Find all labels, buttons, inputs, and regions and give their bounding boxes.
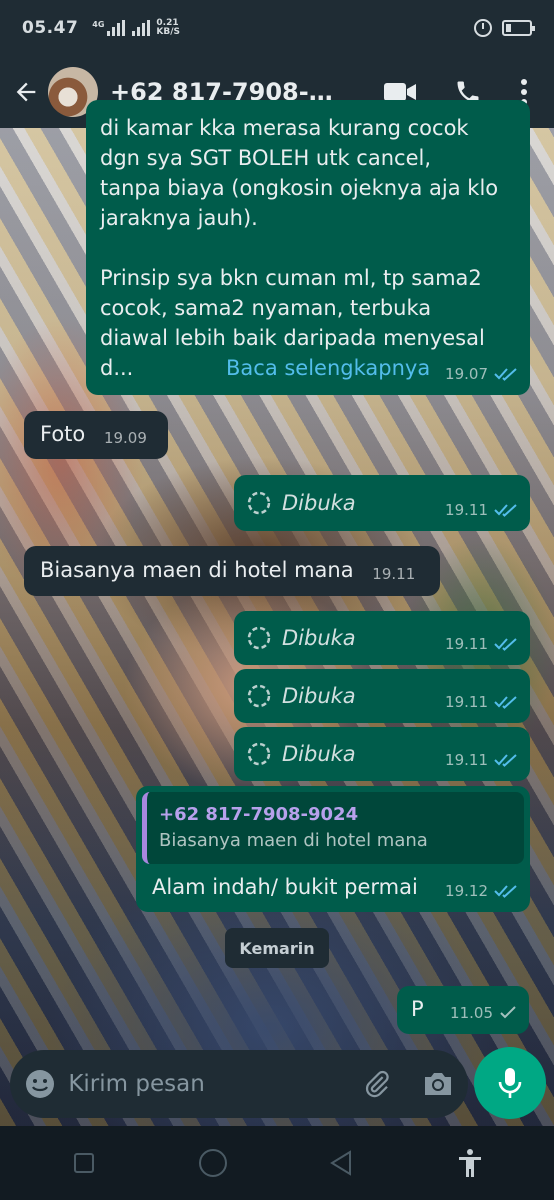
message-meta: 19.07 — [445, 359, 518, 389]
accessibility-icon — [458, 1149, 481, 1177]
message-meta: 11.05 — [450, 998, 517, 1028]
attach-button[interactable] — [361, 1065, 393, 1103]
message-text: Foto — [40, 422, 86, 446]
message-bubble-outgoing[interactable]: Dibuka 19.11 — [234, 475, 530, 531]
read-more-link[interactable]: Baca selengkapnya — [226, 353, 430, 383]
message-bubble-outgoing-reply[interactable]: +62 817-7908-9024 Biasanya maen di hotel… — [136, 786, 530, 912]
quoted-author: +62 817-7908-9024 — [159, 804, 359, 825]
message-meta: 19.11 — [445, 687, 518, 717]
message-time: 19.09 — [103, 429, 147, 447]
message-meta: 19.11 — [445, 629, 518, 659]
message-text: di kamar kka merasa kurang cocok dgn sya… — [100, 116, 499, 380]
date-separator: Kemarin — [225, 928, 329, 968]
status-time: 05.47 — [22, 18, 79, 38]
message-bubble-outgoing[interactable]: Dibuka 19.11 — [234, 669, 530, 723]
quoted-text: Biasanya maen di hotel mana — [159, 830, 428, 851]
message-bubble-incoming[interactable]: Biasanya maen di hotel mana 19.11 — [24, 546, 440, 596]
message-time: 11.05 — [450, 1004, 493, 1022]
alarm-icon — [474, 19, 492, 37]
quoted-message[interactable]: +62 817-7908-9024 Biasanya maen di hotel… — [142, 792, 524, 864]
double-check-read-icon — [494, 885, 517, 898]
back-arrow-icon — [16, 82, 36, 102]
double-check-read-icon — [494, 754, 517, 767]
message-time: 19.11 — [372, 565, 416, 583]
message-text: P — [411, 997, 424, 1021]
voice-message-button[interactable] — [474, 1047, 546, 1119]
message-text: Dibuka — [282, 491, 356, 515]
message-text: Dibuka — [282, 684, 356, 708]
view-once-opened-icon — [247, 742, 271, 766]
home-button[interactable] — [183, 1133, 243, 1193]
system-navigation-bar — [0, 1126, 554, 1200]
message-time: 19.07 — [445, 365, 488, 383]
message-input[interactable] — [68, 1071, 362, 1097]
recents-square-icon — [74, 1153, 95, 1173]
camera-button[interactable] — [422, 1065, 454, 1103]
recents-button[interactable] — [54, 1133, 114, 1193]
back-button[interactable] — [4, 62, 48, 122]
back-nav-button[interactable] — [311, 1133, 371, 1193]
message-text: Dibuka — [282, 742, 356, 766]
signal-strength-icon: 4G — [92, 20, 151, 36]
camera-icon — [424, 1073, 451, 1095]
message-bubble-incoming[interactable]: Foto 19.09 — [24, 411, 168, 459]
emoji-button[interactable] — [24, 1065, 56, 1103]
message-bubble-outgoing[interactable]: P 11.05 — [397, 986, 529, 1034]
view-once-opened-icon — [247, 626, 271, 650]
message-meta: 19.11 — [445, 495, 518, 525]
message-composer — [10, 1050, 468, 1118]
double-check-read-icon — [494, 638, 517, 651]
message-text: Dibuka — [282, 626, 356, 650]
double-check-read-icon — [494, 696, 517, 709]
network-type: 4G — [92, 20, 105, 29]
message-meta: 19.11 — [445, 745, 518, 775]
message-bubble-outgoing[interactable]: Dibuka 19.11 — [234, 727, 530, 781]
mic-icon — [498, 1068, 522, 1098]
double-check-read-icon — [494, 504, 517, 517]
message-time: 19.12 — [445, 882, 488, 900]
back-triangle-icon — [330, 1150, 352, 1176]
home-circle-icon — [198, 1149, 227, 1177]
message-time: 19.11 — [445, 501, 488, 519]
message-time: 19.11 — [445, 693, 488, 711]
message-bubble-outgoing[interactable]: di kamar kka merasa kurang cocok dgn sya… — [86, 100, 530, 395]
network-speed-unit: KB/S — [156, 27, 181, 37]
view-once-opened-icon — [247, 491, 271, 515]
double-check-read-icon — [494, 368, 517, 381]
single-check-sent-icon — [500, 1006, 516, 1019]
network-speed: 0.21 KB/S — [156, 19, 180, 37]
emoji-icon — [26, 1070, 55, 1098]
battery-icon — [502, 20, 535, 36]
message-time: 19.11 — [445, 635, 488, 653]
attach-icon — [366, 1070, 390, 1098]
message-meta: 19.12 — [445, 876, 518, 906]
status-bar: 05.47 4G 0.21 KB/S — [0, 0, 554, 56]
message-time: 19.11 — [445, 751, 488, 769]
view-once-opened-icon — [247, 684, 271, 708]
accessibility-button[interactable] — [440, 1133, 500, 1193]
message-bubble-outgoing[interactable]: Dibuka 19.11 — [234, 611, 530, 665]
message-text: Biasanya maen di hotel mana — [40, 558, 354, 582]
